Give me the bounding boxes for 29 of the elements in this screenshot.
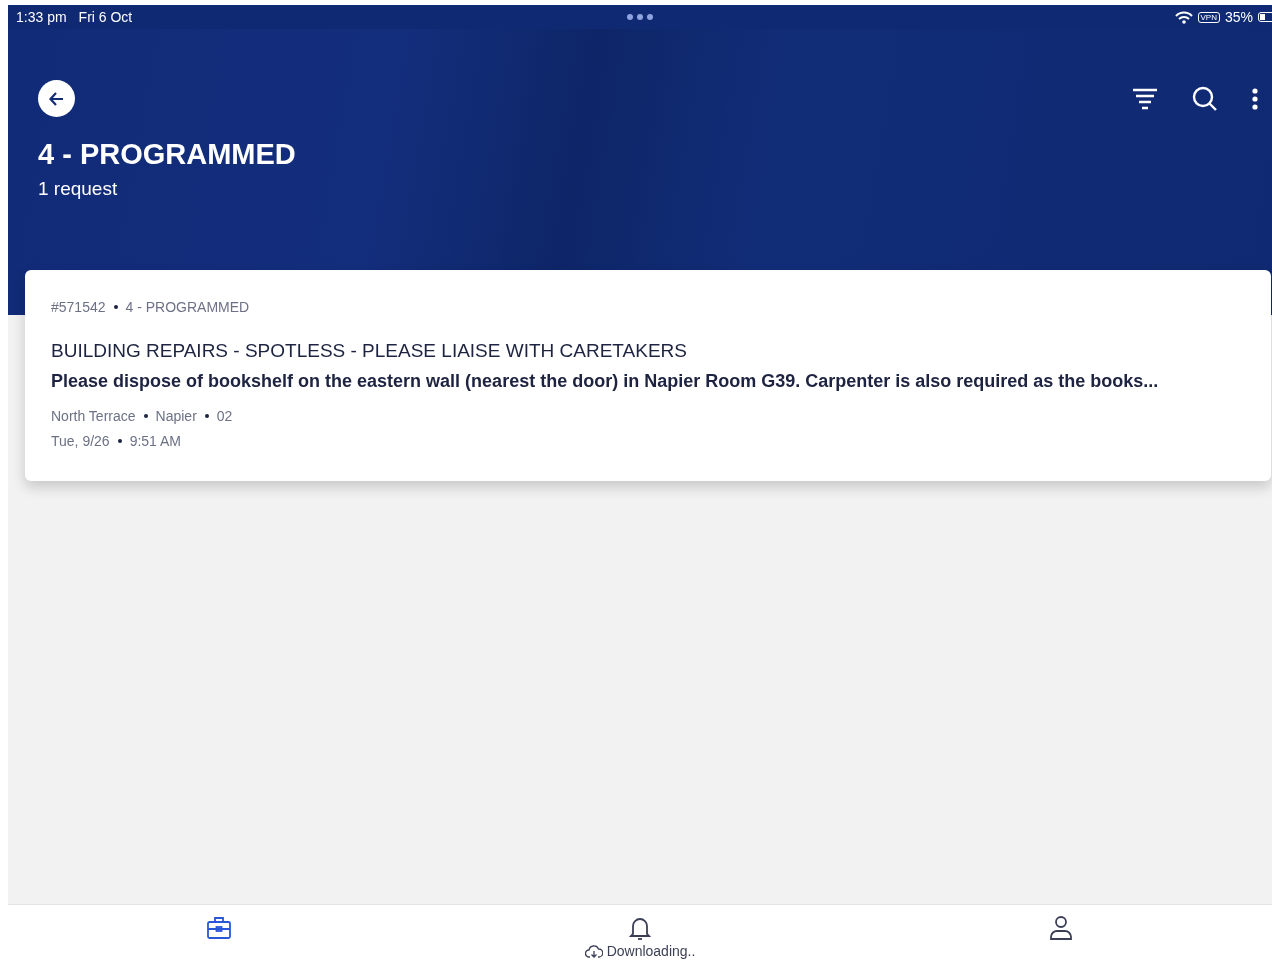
filter-icon[interactable] — [1132, 87, 1158, 110]
request-location: North Terrace — [51, 407, 136, 426]
request-description: Please dispose of bookshelf on the eastern wall (nearest the door) in Napier Room G39. Carpenter is also required as the books... — [51, 370, 1160, 392]
battery-icon — [1258, 12, 1272, 22]
request-location: Napier — [155, 407, 197, 426]
bullet-dot-icon — [113, 305, 118, 309]
multitask-dots-icon[interactable] — [626, 13, 654, 21]
request-card[interactable] — [25, 270, 1271, 481]
wifi-icon — [1174, 10, 1193, 24]
request-date: Tue, 9/26 — [51, 432, 110, 451]
status-time: 1:33 pm — [16, 9, 67, 25]
request-location: 02 — [216, 407, 233, 426]
request-id-status: 4 - PROGRAMMED — [125, 298, 250, 317]
bullet-dot-icon — [204, 414, 209, 418]
request-title: BUILDING REPAIRS - SPOTLESS - PLEASE LIAISE WITH CARETAKERS — [51, 339, 688, 363]
search-icon[interactable] — [1192, 85, 1218, 112]
status-date: Fri 6 Oct — [78, 9, 133, 25]
request-id-status: #571542 — [51, 298, 106, 317]
cloud-download-icon — [584, 944, 603, 958]
page-title: 4 - PROGRAMMED — [38, 137, 297, 172]
sync-status-text: Downloading.. — [606, 943, 696, 959]
vpn-badge: VPN — [1197, 11, 1220, 23]
more-options-icon[interactable] — [1252, 87, 1258, 110]
back-button[interactable] — [38, 80, 75, 117]
bullet-dot-icon — [143, 414, 148, 418]
request-date: 9:51 AM — [129, 432, 181, 451]
request-count: 1 request — [38, 177, 119, 200]
bullet-dot-icon — [117, 439, 122, 443]
battery-percent: 35% — [1224, 9, 1253, 25]
